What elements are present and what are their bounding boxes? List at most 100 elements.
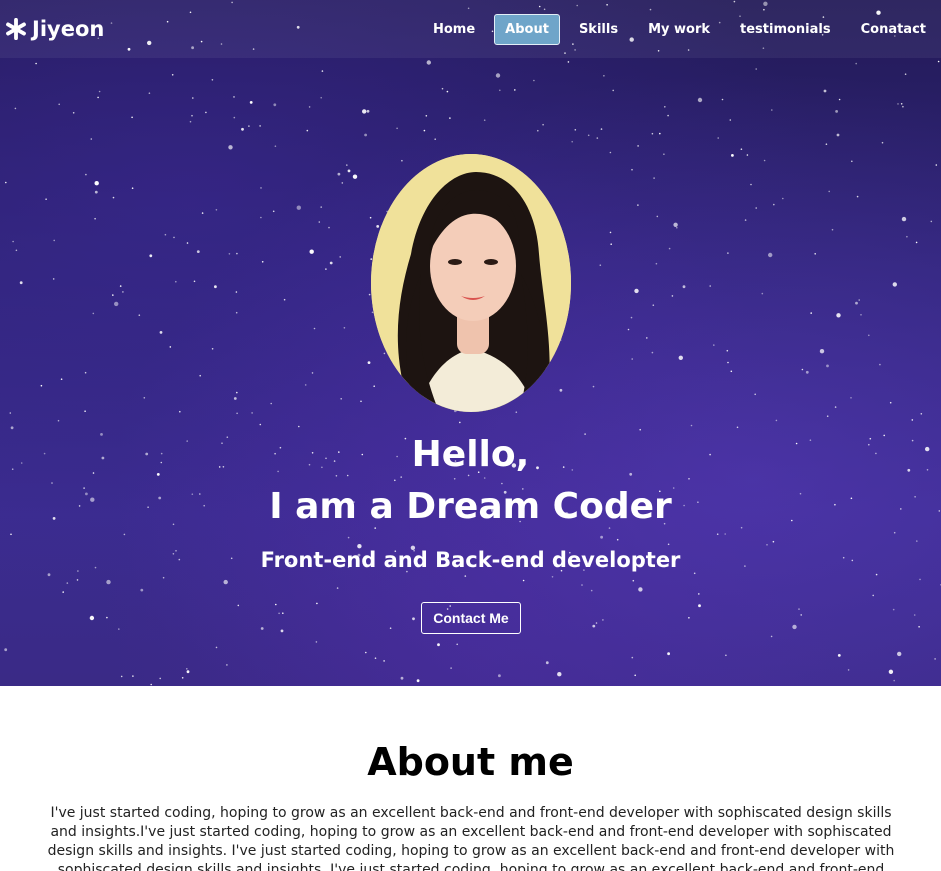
contact-me-button[interactable]: Contact Me xyxy=(421,602,521,634)
star xyxy=(637,204,639,206)
star xyxy=(189,120,192,123)
star xyxy=(729,119,732,121)
star xyxy=(836,133,840,137)
star xyxy=(726,349,729,352)
star xyxy=(120,675,123,678)
brand[interactable]: Jiyeon xyxy=(5,17,104,41)
star xyxy=(838,98,841,101)
star xyxy=(123,533,126,536)
star xyxy=(366,109,370,113)
star xyxy=(14,107,17,110)
star xyxy=(400,676,404,680)
star xyxy=(214,285,217,289)
star xyxy=(94,190,98,194)
star xyxy=(823,89,827,93)
star xyxy=(651,132,654,135)
star xyxy=(47,573,51,577)
star xyxy=(581,584,583,586)
nav-item-testimonials[interactable]: testimonials xyxy=(729,14,842,45)
star xyxy=(199,374,201,377)
star xyxy=(248,125,250,127)
star xyxy=(85,173,87,176)
star xyxy=(801,368,804,371)
star xyxy=(132,675,134,677)
star xyxy=(709,285,711,287)
star xyxy=(716,533,719,535)
star xyxy=(730,370,733,373)
star xyxy=(571,140,573,143)
star xyxy=(639,428,641,431)
star xyxy=(775,419,778,422)
star xyxy=(522,579,525,582)
star xyxy=(545,661,549,665)
star xyxy=(282,612,284,614)
star xyxy=(233,96,235,98)
star xyxy=(646,337,648,339)
star xyxy=(53,239,55,242)
star xyxy=(143,397,146,399)
nav-menu: Home About Skills My work testimonials C… xyxy=(414,13,937,45)
star xyxy=(251,412,253,414)
nav-item-home[interactable]: Home xyxy=(422,14,486,45)
hero-greeting: Hello, xyxy=(411,434,530,475)
star xyxy=(72,112,75,114)
star xyxy=(215,646,218,649)
star xyxy=(671,295,674,297)
star xyxy=(235,311,238,314)
star xyxy=(437,643,440,647)
star xyxy=(60,378,63,381)
star xyxy=(937,60,940,63)
nav-item-contact[interactable]: Conatact xyxy=(850,14,937,45)
star xyxy=(881,141,884,144)
star xyxy=(501,482,503,485)
star xyxy=(656,215,659,218)
star xyxy=(906,235,908,238)
star xyxy=(750,183,752,186)
nav-item-about[interactable]: About xyxy=(494,13,560,45)
star xyxy=(159,331,163,334)
star xyxy=(697,97,703,103)
star xyxy=(638,587,643,592)
star xyxy=(592,385,595,388)
star xyxy=(280,629,284,633)
star xyxy=(664,106,666,108)
star xyxy=(416,679,420,683)
star xyxy=(346,164,348,166)
star xyxy=(423,129,426,132)
star xyxy=(352,174,358,179)
star xyxy=(768,252,773,258)
star xyxy=(131,116,133,119)
star xyxy=(374,657,377,659)
star xyxy=(826,364,829,368)
star xyxy=(249,101,253,104)
star xyxy=(441,87,444,90)
star xyxy=(112,294,114,296)
star xyxy=(668,247,671,250)
star xyxy=(810,312,812,314)
star xyxy=(587,134,590,137)
star xyxy=(426,60,431,65)
star xyxy=(367,361,371,364)
star xyxy=(667,652,670,656)
star xyxy=(233,397,237,400)
star xyxy=(259,423,262,426)
star xyxy=(754,393,756,396)
star xyxy=(690,424,693,427)
star xyxy=(900,103,903,105)
star xyxy=(800,614,802,616)
star xyxy=(148,92,151,94)
star xyxy=(84,410,86,413)
star xyxy=(383,660,385,662)
nav-item-skills[interactable]: Skills xyxy=(568,14,629,45)
star xyxy=(655,262,658,265)
star xyxy=(45,198,47,200)
star xyxy=(237,604,240,607)
nav-item-my-work[interactable]: My work xyxy=(637,14,721,45)
star xyxy=(347,536,350,539)
star xyxy=(164,233,167,236)
star xyxy=(930,220,933,223)
star xyxy=(364,133,367,137)
star xyxy=(215,209,218,211)
star xyxy=(533,79,535,82)
star xyxy=(766,544,768,546)
